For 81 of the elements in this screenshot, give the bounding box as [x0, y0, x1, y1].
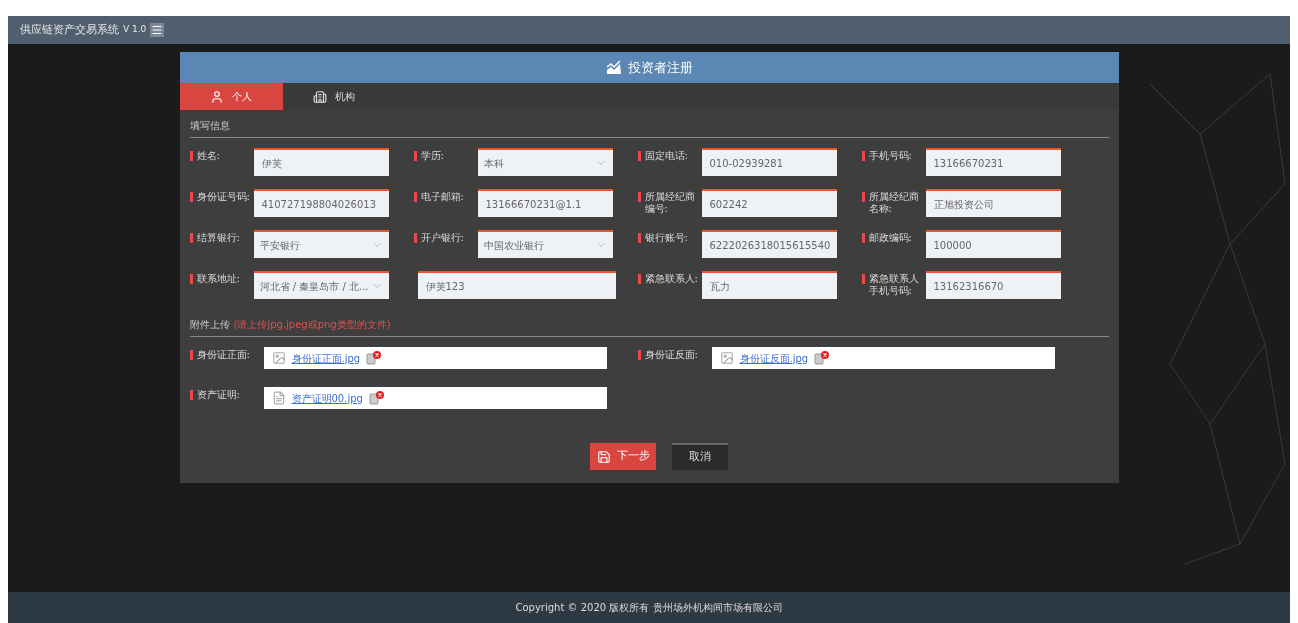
required-mark [861, 151, 865, 161]
required-mark [189, 151, 193, 161]
save-icon [596, 449, 611, 464]
input-field[interactable]: 13166670231@1.1 [477, 189, 613, 217]
delete-file-icon[interactable] [814, 351, 831, 365]
input-field[interactable]: 100000 [925, 230, 1061, 258]
delete-file-icon[interactable] [366, 351, 383, 365]
required-mark [189, 390, 193, 400]
copyright-text: Copyright © 2020 版权所有 贵州场外机构间市场有限公司 [515, 601, 783, 615]
input-field[interactable]: 正旭投资公司 [925, 189, 1061, 217]
upload-field[interactable]: 资产证明00.jpg [263, 387, 607, 409]
select-field[interactable]: 平安银行 [253, 230, 389, 258]
field-label: 身份证正面: [196, 349, 250, 361]
chart-icon [605, 60, 622, 75]
field-label: 紧急联系人: [644, 273, 698, 285]
app-version: V 1.0 [123, 23, 147, 37]
user-icon [210, 89, 224, 104]
required-mark [861, 192, 865, 202]
upload-note: (请上传jpg,jpeg或png类型的文件) [233, 318, 391, 332]
panel-title: 投资者注册 [627, 58, 693, 77]
image-file-icon [719, 351, 734, 365]
field-label: 姓名: [196, 150, 220, 162]
file-link[interactable]: 身份证反面.jpg [739, 350, 809, 366]
section-title: 填写信息 [189, 119, 231, 133]
field-label: 邮政编码: [868, 232, 912, 244]
required-mark [189, 192, 193, 202]
field-label: 所属经纪商编号: [644, 191, 696, 215]
required-mark [637, 151, 641, 161]
required-mark [637, 350, 641, 360]
upload-field[interactable]: 身份证反面.jpg [711, 347, 1055, 369]
field-label: 身份证反面: [644, 349, 698, 361]
field-label: 固定电话: [644, 150, 688, 162]
delete-file-icon[interactable] [368, 391, 385, 405]
required-mark [413, 192, 417, 202]
image-file-icon [271, 351, 286, 365]
input-field[interactable]: 伊芙 [253, 148, 389, 176]
input-field[interactable]: 瓦力 [701, 271, 837, 299]
select-field[interactable]: 本科 [477, 148, 613, 176]
menu-icon [151, 24, 164, 36]
field-label: 所属经纪商名称: [868, 191, 920, 215]
upload-field[interactable]: 身份证正面.jpg [263, 347, 607, 369]
input-field[interactable]: 6222026318015615540 [701, 230, 837, 258]
building-icon [313, 89, 327, 104]
required-mark [861, 233, 865, 243]
field-label: 开户银行: [420, 232, 464, 244]
required-mark [637, 192, 641, 202]
section-title: 附件上传 [189, 318, 230, 332]
menu-button[interactable] [150, 23, 165, 37]
field-label: 身份证号码: [196, 191, 250, 203]
tab[interactable]: 个人 [179, 83, 283, 110]
input-field[interactable]: 13162316670 [925, 271, 1061, 299]
file-link[interactable]: 身份证正面.jpg [291, 350, 361, 366]
required-mark [189, 350, 193, 360]
required-mark [637, 233, 641, 243]
app-title: 供应链资产交易系统 [20, 21, 119, 38]
input-field[interactable]: 010-02939281 [701, 148, 837, 176]
address-detail-field[interactable]: 伊芙123 [417, 271, 616, 299]
input-field[interactable]: 13166670231 [925, 148, 1061, 176]
next-button[interactable]: 下一步 [590, 443, 656, 470]
select-field[interactable]: 中国农业银行 [477, 230, 613, 258]
input-field[interactable]: 410727198804026013 [253, 189, 389, 217]
cancel-button[interactable]: 取消 [672, 443, 728, 470]
field-label: 银行账号: [644, 232, 688, 244]
field-label: 联系地址: [196, 273, 240, 285]
required-mark [637, 274, 641, 284]
required-mark [413, 151, 417, 161]
field-label: 结算银行: [196, 232, 240, 244]
tab[interactable]: 机构 [282, 83, 386, 110]
select-field[interactable]: 河北省 / 秦皇岛市 / 北... [253, 271, 389, 299]
field-label: 紧急联系人手机号码: [868, 273, 920, 297]
file-link[interactable]: 资产证明00.jpg [291, 390, 363, 406]
field-label: 电子邮箱: [420, 191, 464, 203]
required-mark [861, 274, 865, 284]
field-label: 手机号码: [868, 150, 912, 162]
required-mark [189, 274, 193, 284]
field-label: 学历: [420, 150, 444, 162]
input-field[interactable]: 602242 [701, 189, 837, 217]
required-mark [413, 233, 417, 243]
field-label: 资产证明: [196, 389, 240, 401]
document-file-icon [271, 391, 286, 405]
required-mark [189, 233, 193, 243]
